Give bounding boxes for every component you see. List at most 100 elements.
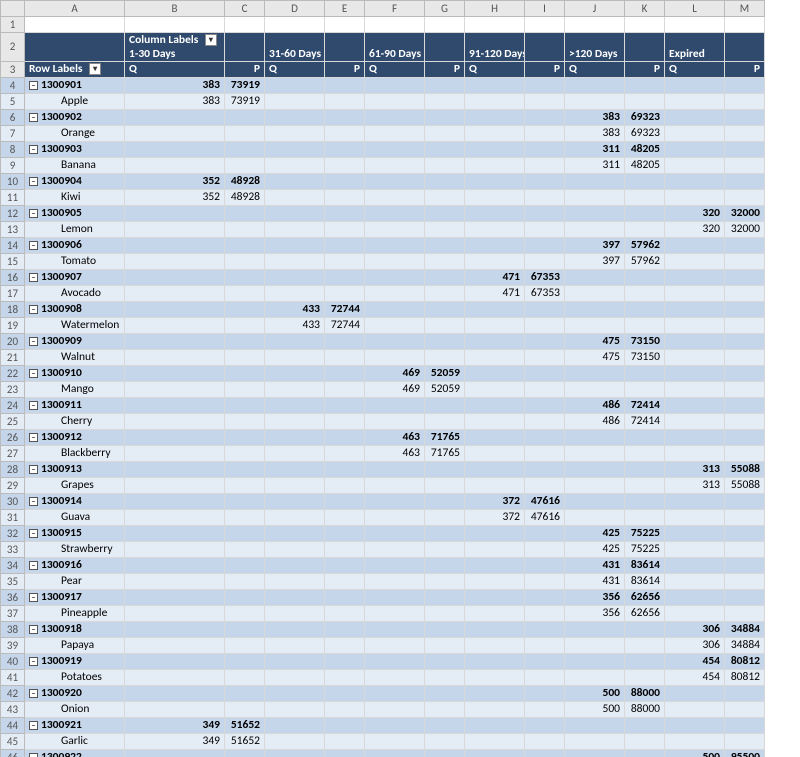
group-row-label[interactable]: −1300902	[25, 110, 125, 126]
row-header[interactable]: 37	[1, 606, 25, 622]
child-row-label[interactable]: Papaya	[25, 638, 125, 654]
row-header[interactable]: 19	[1, 318, 25, 334]
cell[interactable]	[325, 17, 365, 33]
collapse-icon[interactable]: −	[29, 145, 38, 154]
cell[interactable]	[525, 17, 565, 33]
cell[interactable]	[725, 17, 765, 33]
child-row-label[interactable]: Cherry	[25, 414, 125, 430]
col-header[interactable]: A	[25, 1, 125, 17]
col-header[interactable]: L	[665, 1, 725, 17]
row-header[interactable]: 22	[1, 366, 25, 382]
row-header[interactable]: 32	[1, 526, 25, 542]
row-header[interactable]: 41	[1, 670, 25, 686]
row-header[interactable]: 28	[1, 462, 25, 478]
collapse-icon[interactable]: −	[29, 209, 38, 218]
collapse-icon[interactable]: −	[29, 337, 38, 346]
group-row-label[interactable]: −1300912	[25, 430, 125, 446]
row-header[interactable]: 42	[1, 686, 25, 702]
child-row-label[interactable]: Walnut	[25, 350, 125, 366]
col-header[interactable]: D	[265, 1, 325, 17]
row-header[interactable]: 35	[1, 574, 25, 590]
group-row-label[interactable]: −1300906	[25, 238, 125, 254]
group-row-label[interactable]: −1300921	[25, 718, 125, 734]
group-row-label[interactable]: −1300901	[25, 78, 125, 94]
group-row-label[interactable]: −1300911	[25, 398, 125, 414]
child-row-label[interactable]: Watermelon	[25, 318, 125, 334]
row-header[interactable]: 13	[1, 222, 25, 238]
row-header[interactable]: 21	[1, 350, 25, 366]
row-header[interactable]: 5	[1, 94, 25, 110]
row-header[interactable]: 45	[1, 734, 25, 750]
cell[interactable]	[265, 17, 325, 33]
cell[interactable]	[465, 17, 525, 33]
group-row-label[interactable]: −1300908	[25, 302, 125, 318]
collapse-icon[interactable]: −	[29, 465, 38, 474]
row-header[interactable]: 34	[1, 558, 25, 574]
group-row-label[interactable]: −1300905	[25, 206, 125, 222]
group-row-label[interactable]: −1300907	[25, 270, 125, 286]
cell[interactable]	[625, 17, 665, 33]
collapse-icon[interactable]: −	[29, 177, 38, 186]
child-row-label[interactable]: Banana	[25, 158, 125, 174]
row-header[interactable]: 11	[1, 190, 25, 206]
col-header[interactable]: H	[465, 1, 525, 17]
row-header[interactable]: 25	[1, 414, 25, 430]
col-header[interactable]: E	[325, 1, 365, 17]
collapse-icon[interactable]: −	[29, 241, 38, 250]
row-header[interactable]: 29	[1, 478, 25, 494]
row-header[interactable]: 23	[1, 382, 25, 398]
child-row-label[interactable]: Guava	[25, 510, 125, 526]
collapse-icon[interactable]: −	[29, 273, 38, 282]
dropdown-icon[interactable]: ▾	[89, 63, 101, 75]
cell[interactable]	[365, 17, 425, 33]
collapse-icon[interactable]: −	[29, 401, 38, 410]
row-header[interactable]: 44	[1, 718, 25, 734]
group-row-label[interactable]: −1300918	[25, 622, 125, 638]
group-row-label[interactable]: −1300922	[25, 750, 125, 757]
child-row-label[interactable]: Mango	[25, 382, 125, 398]
collapse-icon[interactable]: −	[29, 561, 38, 570]
collapse-icon[interactable]: −	[29, 753, 38, 757]
child-row-label[interactable]: Kiwi	[25, 190, 125, 206]
collapse-icon[interactable]: −	[29, 721, 38, 730]
row-header[interactable]: 17	[1, 286, 25, 302]
cell[interactable]	[25, 17, 125, 33]
row-header[interactable]: 15	[1, 254, 25, 270]
row-header[interactable]: 30	[1, 494, 25, 510]
row-header[interactable]: 7	[1, 126, 25, 142]
row-header[interactable]: 6	[1, 110, 25, 126]
row-header[interactable]: 36	[1, 590, 25, 606]
row-header[interactable]: 1	[1, 17, 25, 33]
group-row-label[interactable]: −1300914	[25, 494, 125, 510]
group-row-label[interactable]: −1300910	[25, 366, 125, 382]
child-row-label[interactable]: Pear	[25, 574, 125, 590]
row-header[interactable]: 46	[1, 750, 25, 757]
spreadsheet[interactable]: ABCDEFGHIJKLM12Column Labels ▾1-30 Days3…	[0, 0, 800, 757]
collapse-icon[interactable]: −	[29, 593, 38, 602]
column-labels-header[interactable]: Column Labels ▾1-30 Days	[125, 33, 225, 62]
row-header[interactable]: 14	[1, 238, 25, 254]
col-header[interactable]: F	[365, 1, 425, 17]
dropdown-icon[interactable]: ▾	[205, 34, 217, 46]
row-header[interactable]: 10	[1, 174, 25, 190]
row-header[interactable]: 38	[1, 622, 25, 638]
collapse-icon[interactable]: −	[29, 369, 38, 378]
grid[interactable]: ABCDEFGHIJKLM12Column Labels ▾1-30 Days3…	[0, 0, 800, 757]
collapse-icon[interactable]: −	[29, 113, 38, 122]
row-header[interactable]: 3	[1, 62, 25, 78]
child-row-label[interactable]: Orange	[25, 126, 125, 142]
row-labels-header[interactable]: Row Labels ▾	[25, 62, 125, 78]
child-row-label[interactable]: Pineapple	[25, 606, 125, 622]
child-row-label[interactable]: Grapes	[25, 478, 125, 494]
cell[interactable]	[565, 17, 625, 33]
row-header[interactable]: 24	[1, 398, 25, 414]
row-header[interactable]: 39	[1, 638, 25, 654]
group-row-label[interactable]: −1300915	[25, 526, 125, 542]
row-header[interactable]: 12	[1, 206, 25, 222]
group-row-label[interactable]: −1300919	[25, 654, 125, 670]
row-header[interactable]: 26	[1, 430, 25, 446]
row-header[interactable]: 43	[1, 702, 25, 718]
group-row-label[interactable]: −1300916	[25, 558, 125, 574]
row-header[interactable]: 16	[1, 270, 25, 286]
row-header[interactable]: 9	[1, 158, 25, 174]
